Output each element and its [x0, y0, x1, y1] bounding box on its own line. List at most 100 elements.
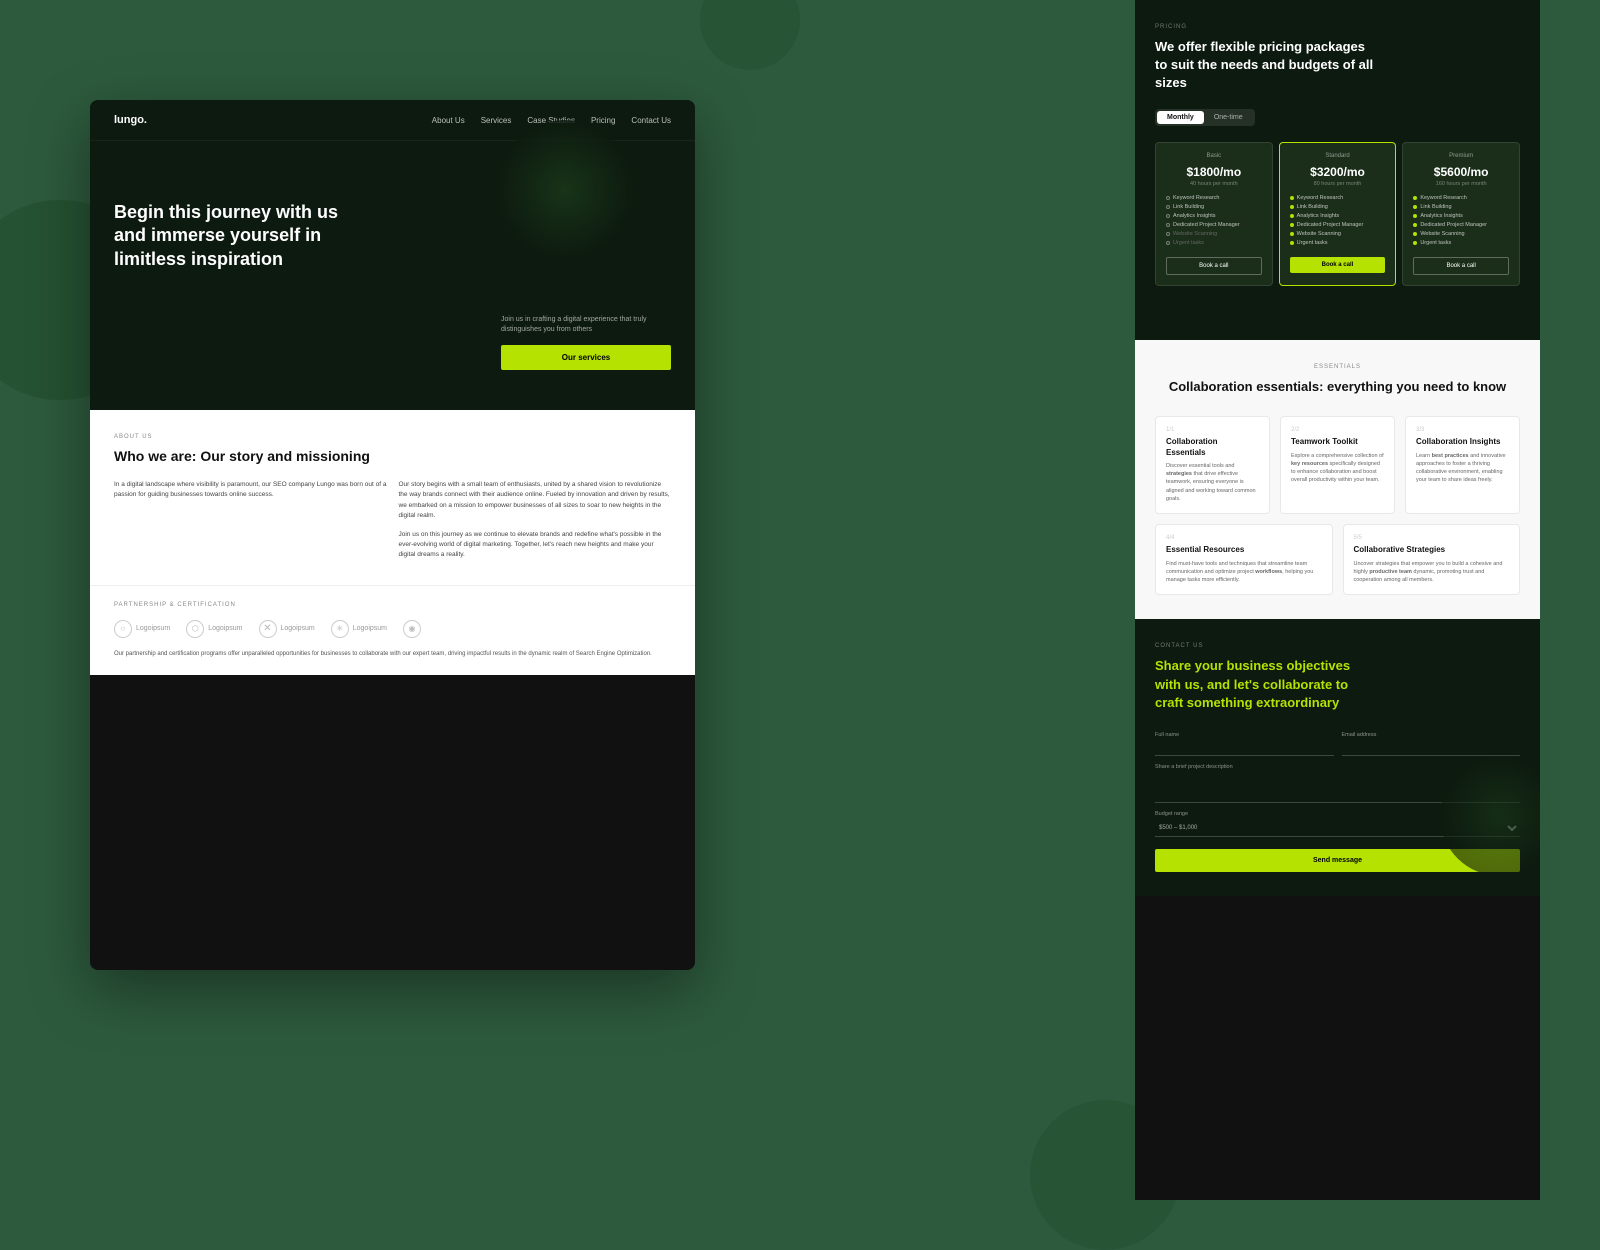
email-input[interactable]: [1342, 741, 1521, 756]
premium-feature-6: Urgent tasks: [1413, 240, 1509, 246]
contact-section: CONTACT US Share your business objective…: [1135, 619, 1540, 896]
logo-text-4: Logoipsum: [353, 625, 387, 632]
premium-feature-4: Dedicated Project Manager: [1413, 222, 1509, 228]
feature-dot: [1166, 223, 1170, 227]
about-para2: Our story begins with a small team of en…: [399, 480, 672, 522]
partner-logo-3: ✕ Logoipsum: [259, 620, 315, 638]
feature-dot: [1290, 205, 1294, 209]
partner-logo-2: ⬡ Logoipsum: [186, 620, 242, 638]
pricing-section: PRICING We offer flexible pricing packag…: [1135, 0, 1540, 340]
pricing-card-premium: Premium $5600/mo 160 hours per month Key…: [1402, 142, 1520, 286]
collab-num-5: 5/5: [1354, 535, 1510, 541]
feature-dot: [1166, 232, 1170, 236]
premium-book-button[interactable]: Book a call: [1413, 257, 1509, 275]
basic-feature-1: Keyword Research: [1166, 195, 1262, 201]
hero-decoration: [495, 120, 635, 260]
collab-num-4: 4/4: [1166, 535, 1322, 541]
standard-feature-5: Website Scanning: [1290, 231, 1386, 237]
hero-cta-area: Join us in crafting a digital experience…: [501, 315, 671, 370]
logo-text-3: Logoipsum: [281, 625, 315, 632]
basic-feature-2: Link Building: [1166, 204, 1262, 210]
standard-feature-3: Analytics Insights: [1290, 213, 1386, 219]
premium-feature-1: Keyword Research: [1413, 195, 1509, 201]
toggle-onetime[interactable]: One-time: [1204, 111, 1253, 124]
nav-pricing[interactable]: Pricing: [591, 116, 615, 125]
hero-cta-button[interactable]: Our services: [501, 345, 671, 370]
partner-logo-1: ○ Logoipsum: [114, 620, 170, 638]
pricing-card-basic: Basic $1800/mo 40 hours per month Keywor…: [1155, 142, 1273, 286]
basic-hours: 40 hours per month: [1166, 181, 1262, 187]
logo: lungo.: [114, 114, 147, 126]
feature-dot: [1413, 241, 1417, 245]
partnership-description: Our partnership and certification progra…: [114, 650, 671, 660]
collab-cards-row2: 4/4 Essential Resources Find must-have t…: [1155, 524, 1520, 595]
toggle-monthly[interactable]: Monthly: [1157, 111, 1204, 124]
form-row-name-email: Full name Email address: [1155, 732, 1520, 756]
pricing-card-standard: Standard $3200/mo 80 hours per month Key…: [1279, 142, 1397, 286]
nav-about[interactable]: About Us: [432, 116, 465, 125]
collab-card-4: 4/4 Essential Resources Find must-have t…: [1155, 524, 1333, 595]
standard-feature-2: Link Building: [1290, 204, 1386, 210]
collab-desc-2: Explore a comprehensive collection of ke…: [1291, 452, 1384, 485]
pricing-cards: Basic $1800/mo 40 hours per month Keywor…: [1155, 142, 1520, 286]
collab-num-3: 3/3: [1416, 427, 1509, 433]
feature-dot: [1290, 214, 1294, 218]
premium-feature-5: Website Scanning: [1413, 231, 1509, 237]
basic-book-button[interactable]: Book a call: [1166, 257, 1262, 275]
feature-dot: [1166, 196, 1170, 200]
premium-feature-2: Link Building: [1413, 204, 1509, 210]
feature-dot: [1166, 241, 1170, 245]
partner-logo-4: ✳ Logoipsum: [331, 620, 387, 638]
about-para3: Join us on this journey as we continue t…: [399, 530, 672, 561]
feature-dot: [1166, 205, 1170, 209]
full-name-input[interactable]: [1155, 741, 1334, 756]
nav-contact[interactable]: Contact Us: [631, 116, 671, 125]
collab-title-3: Collaboration Insights: [1416, 437, 1509, 447]
feature-dot: [1290, 196, 1294, 200]
partner-logo-5: ◉: [403, 620, 421, 638]
nav-services[interactable]: Services: [481, 116, 512, 125]
collab-desc-3: Learn best practices and innovative appr…: [1416, 452, 1509, 485]
partnership-section: PARTNERSHIP & CERTIFICATION ○ Logoipsum …: [90, 585, 695, 676]
form-group-email: Email address: [1342, 732, 1521, 756]
pricing-title: We offer flexible pricing packages to su…: [1155, 38, 1375, 93]
collab-desc-4: Find must-have tools and techniques that…: [1166, 560, 1322, 585]
collab-card-2: 2/2 Teamwork Toolkit Explore a comprehen…: [1280, 416, 1395, 514]
contact-label: CONTACT US: [1155, 643, 1520, 649]
hero-title: Begin this journey with us and immerse y…: [114, 201, 354, 271]
collab-title-4: Essential Resources: [1166, 545, 1322, 555]
logo-icon-1: ○: [114, 620, 132, 638]
collab-card-5: 5/5 Collaborative Strategies Uncover str…: [1343, 524, 1521, 595]
logo-icon-4: ✳: [331, 620, 349, 638]
logo-icon-5: ◉: [403, 620, 421, 638]
collab-desc-5: Uncover strategies that empower you to b…: [1354, 560, 1510, 585]
right-website-panel: PRICING We offer flexible pricing packag…: [1135, 0, 1540, 1200]
basic-feature-3: Analytics Insights: [1166, 213, 1262, 219]
bg-decoration-3: [700, 0, 800, 70]
right-scroll-content: PRICING We offer flexible pricing packag…: [1135, 0, 1540, 1200]
feature-dot: [1413, 223, 1417, 227]
standard-hours: 80 hours per month: [1290, 181, 1386, 187]
standard-price: $3200/mo: [1290, 165, 1386, 179]
collab-title-1: Collaboration Essentials: [1166, 437, 1259, 458]
collab-label: ESSENTIALS: [1155, 364, 1520, 370]
premium-hours: 160 hours per month: [1413, 181, 1509, 187]
collab-num-2: 2/2: [1291, 427, 1384, 433]
hero-section: lungo. About Us Services Case Studies Pr…: [90, 100, 695, 410]
standard-feature-6: Urgent tasks: [1290, 240, 1386, 246]
collaboration-section: ESSENTIALS Collaboration essentials: eve…: [1135, 340, 1540, 619]
feature-dot: [1413, 232, 1417, 236]
logo-text-1: Logoipsum: [136, 625, 170, 632]
full-name-label: Full name: [1155, 732, 1334, 738]
basic-feature-6: Urgent tasks: [1166, 240, 1262, 246]
basic-tier: Basic: [1166, 153, 1262, 159]
feature-dot: [1413, 196, 1417, 200]
left-website-panel: lungo. About Us Services Case Studies Pr…: [90, 100, 695, 970]
collab-desc-1: Discover essential tools and strategies …: [1166, 462, 1259, 503]
hero-subtitle: Join us in crafting a digital experience…: [501, 315, 671, 335]
about-section: ABOUT US Who we are: Our story and missi…: [90, 410, 695, 585]
collab-num-1: 1/1: [1166, 427, 1259, 433]
email-label: Email address: [1342, 732, 1521, 738]
standard-book-button[interactable]: Book a call: [1290, 257, 1386, 273]
partner-logos: ○ Logoipsum ⬡ Logoipsum ✕ Logoipsum ✳ Lo…: [114, 620, 671, 638]
